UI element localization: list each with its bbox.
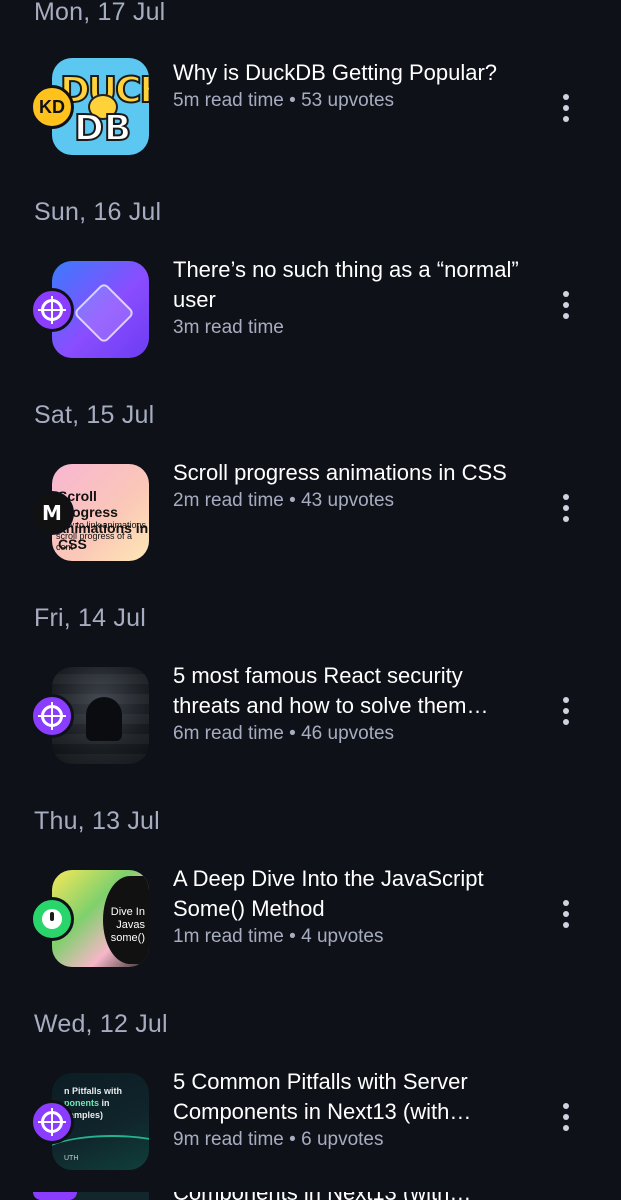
m-logo-icon: M (30, 491, 74, 535)
read-time: 2m read time (173, 490, 284, 511)
kd-logo-icon: KD (30, 85, 74, 129)
partial-post-item[interactable]: Components in Next13 (with… (0, 1192, 621, 1200)
post-thumbnail-group: Scroll progress animations in CSS How to … (30, 464, 150, 564)
post-item[interactable]: Dive In Javas some() A Deep Dive Into the … (0, 846, 621, 999)
date-header: Thu, 13 Jul (34, 806, 160, 835)
upvote-count: 46 upvotes (301, 723, 395, 744)
post-meta: 6m read time • 46 upvotes (173, 723, 531, 745)
post-title: A Deep Dive Into the JavaScript Some() M… (173, 866, 484, 921)
crosshair-icon (33, 1192, 77, 1200)
post-title: Why is DuckDB Getting Popular? (173, 60, 498, 85)
post-title: There’s no such thing as a “normal” user (173, 257, 519, 312)
post-thumbnail-group (30, 667, 150, 767)
date-header: Mon, 17 Jul (34, 0, 166, 26)
post-text: 5 Common Pitfalls with Server Components… (173, 1067, 531, 1151)
date-header: Wed, 12 Jul (34, 1009, 168, 1038)
meta-separator: • (289, 490, 296, 511)
date-header: Sat, 15 Jul (34, 400, 155, 429)
post-text: 5 most famous React security threats and… (173, 661, 531, 745)
post-text: Scroll progress animations in CSS 2m rea… (173, 458, 531, 512)
post-title: Components in Next13 (with… (173, 1192, 471, 1200)
crosshair-icon (30, 694, 74, 738)
more-options-icon[interactable] (555, 287, 577, 323)
post-text: There’s no such thing as a “normal” user… (173, 255, 531, 339)
meta-separator: • (289, 723, 296, 744)
more-options-icon[interactable] (555, 90, 577, 126)
post-text: Why is DuckDB Getting Popular? 5m read t… (173, 58, 531, 112)
upvote-count: 43 upvotes (301, 490, 395, 511)
read-time: 3m read time (173, 317, 284, 338)
post-title: 5 most famous React security threats and… (173, 663, 489, 718)
post-item[interactable]: 5 most famous React security threats and… (0, 643, 621, 796)
post-meta: 5m read time • 53 upvotes (173, 90, 531, 112)
read-time: 9m read time (173, 1129, 284, 1150)
post-title: 5 Common Pitfalls with Server Components… (173, 1069, 472, 1124)
post-item[interactable]: There’s no such thing as a “normal” user… (0, 237, 621, 390)
more-options-icon[interactable] (555, 896, 577, 932)
meta-separator: • (289, 90, 296, 111)
post-thumbnail-group: Dive In Javas some() (30, 870, 150, 970)
crosshair-icon (30, 288, 74, 332)
date-header: Fri, 14 Jul (34, 603, 146, 632)
post-thumbnail-group (30, 261, 150, 361)
post-item[interactable]: DUCK DB KD Why is DuckDB Getting Popular… (0, 34, 621, 187)
upvote-count: 4 upvotes (301, 926, 384, 947)
more-options-icon[interactable] (555, 1099, 577, 1135)
post-meta: 1m read time • 4 upvotes (173, 926, 531, 948)
post-thumbnail-group: DUCK DB KD (30, 58, 150, 158)
post-thumbnail-group: n Pitfalls with ponents in xamples) UTH (30, 1073, 150, 1173)
post-item[interactable]: n Pitfalls with ponents in xamples) UTH 5 … (0, 1049, 621, 1200)
meta-separator: • (289, 1129, 296, 1150)
crosshair-icon (30, 1100, 74, 1144)
read-time: 5m read time (173, 90, 284, 111)
post-title: Scroll progress animations in CSS (173, 460, 507, 485)
history-feed: Mon, 17 Jul DUCK DB KD Why is DuckDB Get… (0, 0, 621, 1200)
read-time: 1m read time (173, 926, 284, 947)
more-options-icon[interactable] (555, 490, 577, 526)
post-meta: 2m read time • 43 upvotes (173, 490, 531, 512)
power-icon (30, 897, 74, 941)
upvote-count: 53 upvotes (301, 90, 395, 111)
upvote-count: 6 upvotes (301, 1129, 384, 1150)
meta-separator: • (289, 926, 296, 947)
read-time: 6m read time (173, 723, 284, 744)
date-header: Sun, 16 Jul (34, 197, 162, 226)
more-options-icon[interactable] (555, 693, 577, 729)
post-meta: 9m read time • 6 upvotes (173, 1129, 531, 1151)
post-meta: 3m read time (173, 317, 531, 339)
post-item[interactable]: Scroll progress animations in CSS How to … (0, 440, 621, 593)
post-text: A Deep Dive Into the JavaScript Some() M… (173, 864, 531, 948)
